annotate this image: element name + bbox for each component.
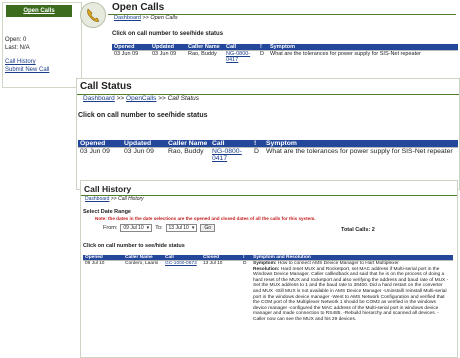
total-calls: Total Calls: 2 [341, 227, 375, 233]
breadcrumb-open-calls[interactable]: OpenCalls [126, 95, 156, 102]
open-calls-panel: Open Calls Dashboard >> Open Calls Click… [108, 2, 458, 86]
call-status-title: Call Status [80, 81, 132, 92]
to-date-select[interactable]: 13 Jul 10 ▾ [165, 224, 198, 232]
col-caller-name[interactable]: Caller Name [186, 44, 224, 51]
from-date-select[interactable]: 09 Jul 10 ▾ [120, 224, 153, 232]
cell-caller: Cordero, Laarni [125, 261, 159, 266]
resolution-text: Hard reset MUX and Rocketport, set MAC a… [253, 266, 449, 322]
last-call: Last: N/A [5, 45, 30, 51]
table-row: 03 Jun 09 03 Jun 09 Rao, Buddy NG-0800-0… [78, 147, 458, 162]
instruction-text: Click on call number to see/hide status [83, 243, 185, 249]
breadcrumb-current: Call Status [167, 95, 200, 102]
table-row: 03 Jun 09 03 Jun 09 Rao, Buddy NG-0800-0… [112, 50, 458, 63]
call-number-link[interactable]: NG-0800-0417 [226, 51, 250, 63]
breadcrumb-dashboard[interactable]: Dashboard [83, 95, 115, 102]
call-history-panel: Call History Dashboard >> Call History S… [80, 180, 458, 358]
cell-priority: D [254, 148, 259, 155]
col-call[interactable]: Call [210, 140, 252, 148]
chevron-down-icon: ▾ [191, 225, 195, 231]
breadcrumb-current: Call History [118, 196, 144, 202]
breadcrumb: Dashboard >> OpenCalls >> Call Status [83, 95, 199, 102]
col-opened[interactable]: Opened [78, 140, 122, 148]
breadcrumb-separator: >> [142, 15, 149, 21]
resolution-label: Resolution: [253, 266, 280, 272]
chevron-down-icon: ▾ [146, 225, 150, 231]
to-label: To: [155, 225, 163, 231]
call-status-table: Opened Updated Caller Name Call ! Sympto… [78, 140, 458, 162]
call-status-panel: Call Status Dashboard >> OpenCalls >> Ca… [76, 78, 460, 190]
date-note: Note: the dates in the date selections a… [95, 216, 316, 221]
phone-badge [80, 2, 106, 28]
col-symptom[interactable]: Symptom [264, 140, 458, 148]
phone-icon [87, 8, 100, 22]
symptom-text: How to connect AMS Device Manager to Har… [277, 261, 399, 266]
to-date-value: 13 Jul 10 [168, 225, 189, 231]
col-updated[interactable]: Updated [122, 140, 166, 148]
cell-caller: Rao, Buddy [168, 148, 204, 155]
breadcrumb-separator: >> [116, 95, 125, 102]
call-history-link[interactable]: Call History [5, 58, 36, 66]
call-number-link[interactable]: NG-0800-0417 [212, 148, 242, 162]
submit-new-call-link[interactable]: Submit New Call [5, 66, 49, 74]
cell-priority: D [243, 261, 247, 266]
breadcrumb-separator: >> [158, 95, 166, 102]
cell-caller: Rao, Buddy [188, 51, 217, 57]
col-priority[interactable]: ! [252, 140, 264, 148]
cell-opened: 09 Jul 10 [85, 261, 105, 266]
col-caller-name[interactable]: Caller Name [166, 140, 210, 148]
breadcrumb-current: Open Calls [150, 15, 178, 21]
open-calls-table: Opened Updated Caller Name Call ! Sympto… [112, 44, 458, 63]
open-calls-title: Open Calls [112, 2, 165, 13]
call-history-title: Call History [84, 184, 132, 194]
instruction-text: Click on call number to see/hide status [78, 112, 208, 119]
open-calls-tab[interactable]: Open Calls [6, 5, 72, 17]
cell-updated: 03 Jun 09 [124, 148, 154, 155]
breadcrumb-separator: >> [110, 196, 117, 202]
cell-priority: D [260, 51, 264, 57]
call-history-table: Opened Caller Name Call Closed ! Symptom… [83, 255, 453, 323]
from-label: From: [103, 225, 118, 231]
table-row: 09 Jul 10 Cordero, Laarni GC-1000-0673 1… [83, 260, 453, 323]
symptom-label: Symptom: [253, 261, 277, 266]
breadcrumb-dashboard[interactable]: Dashboard [85, 196, 109, 202]
cell-opened: 03 Jun 09 [80, 148, 110, 155]
go-button[interactable]: Go [200, 224, 216, 232]
breadcrumb: Dashboard >> Call History [85, 196, 144, 202]
cell-symptom: What are the tolerances for power supply… [266, 148, 453, 155]
table-header: Opened Updated Caller Name Call ! Sympto… [78, 140, 458, 148]
cell-symptom-resolution: Symptom: How to connect AMS Device Manag… [251, 261, 453, 323]
from-date-value: 09 Jul 10 [123, 225, 144, 231]
cell-closed: 13 Jul 10 [203, 261, 223, 266]
cell-updated: 03 Jun 09 [152, 51, 177, 57]
date-selectors: From: 09 Jul 10 ▾ To: 13 Jul 10 ▾ Go [103, 224, 216, 232]
cell-opened: 03 Jun 09 [114, 51, 139, 57]
cell-symptom: What are the tolerances for power supply… [270, 51, 422, 57]
instruction-text: Click on call number to see/hide status [112, 31, 224, 37]
open-count: Open: 0 [5, 37, 27, 43]
date-range-label: Select Date Range [83, 209, 131, 215]
breadcrumb-dashboard[interactable]: Dashboard [114, 15, 141, 21]
call-number-link[interactable]: GC-1000-0673 [165, 261, 197, 266]
breadcrumb: Dashboard >> Open Calls [114, 15, 178, 21]
